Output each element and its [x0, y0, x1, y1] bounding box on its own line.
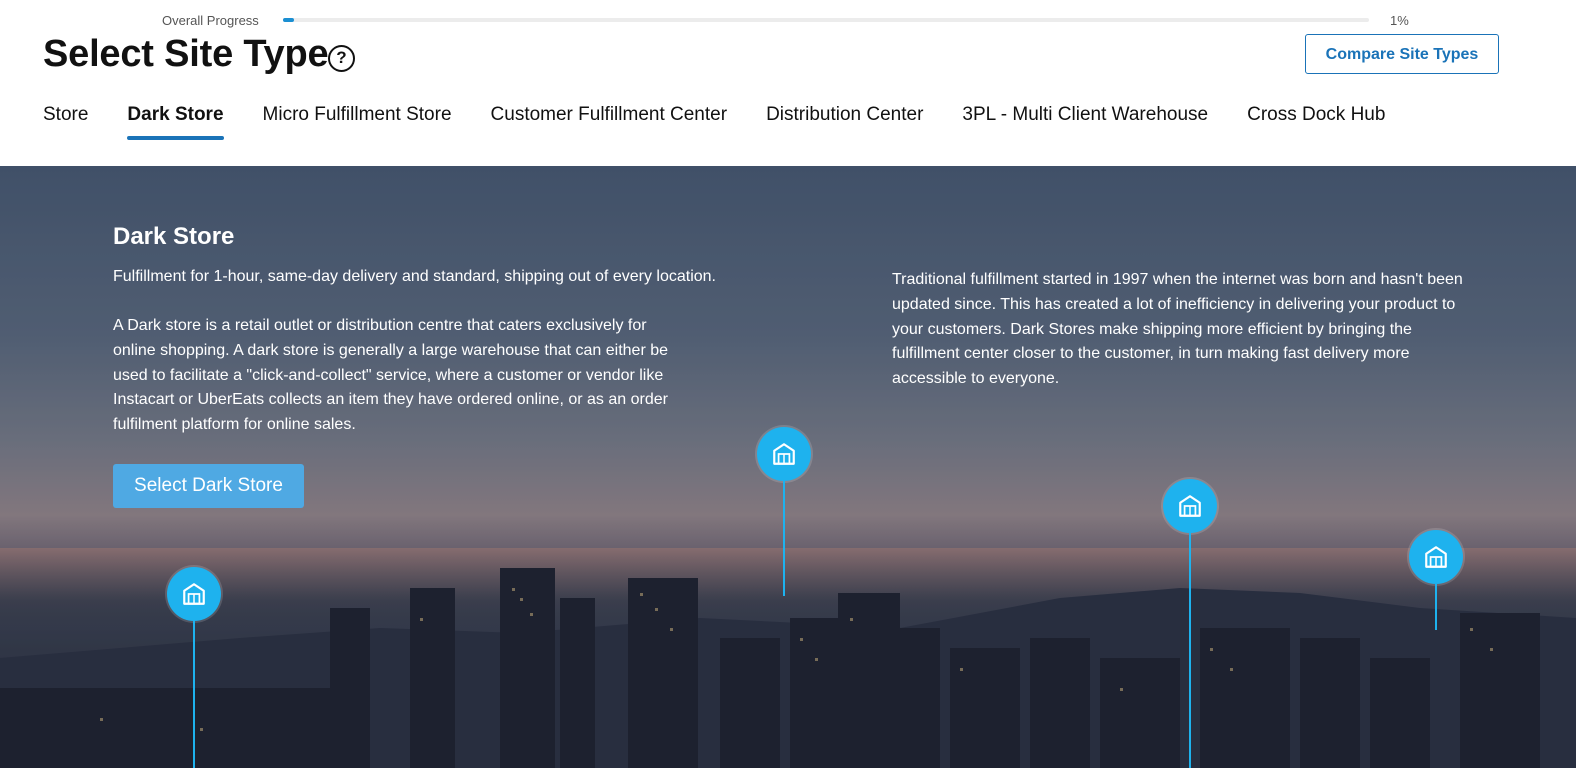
warehouse-icon — [1163, 479, 1217, 533]
progress-fill — [283, 18, 294, 22]
progress-track — [283, 18, 1369, 22]
tab-distribution-center[interactable]: Distribution Center — [766, 104, 923, 140]
site-type-tabs: Store Dark Store Micro Fulfillment Store… — [43, 104, 1385, 140]
pin-line — [1189, 533, 1191, 768]
site-type-description: A Dark store is a retail outlet or distr… — [113, 317, 669, 434]
page-title: Select Site Type — [43, 33, 329, 75]
question-circle-icon[interactable]: ? — [328, 45, 355, 72]
compare-site-types-button[interactable]: Compare Site Types — [1305, 34, 1499, 74]
warehouse-icon — [167, 567, 221, 621]
site-type-benefits-text: Traditional fulfillment started in 1997 … — [892, 271, 1463, 388]
site-type-tagline: Fulfillment for 1-hour, same-day deliver… — [113, 268, 716, 285]
select-dark-store-button[interactable]: Select Dark Store — [113, 464, 304, 508]
progress-bar-row: Overall Progress 1% — [0, 12, 1576, 30]
progress-label: Overall Progress — [162, 13, 259, 28]
tab-cross-dock-hub[interactable]: Cross Dock Hub — [1247, 104, 1385, 140]
site-type-title: Dark Store — [113, 223, 235, 250]
pin-line — [193, 621, 195, 768]
location-pin[interactable] — [757, 427, 811, 596]
hero-panel: Dark Store Fulfillment for 1-hour, same-… — [0, 166, 1576, 768]
location-pin[interactable] — [1409, 530, 1463, 630]
tab-3pl-multi-client-warehouse[interactable]: 3PL - Multi Client Warehouse — [962, 104, 1208, 140]
pin-line — [783, 481, 785, 596]
tab-dark-store[interactable]: Dark Store — [127, 104, 224, 140]
tab-customer-fulfillment-center[interactable]: Customer Fulfillment Center — [491, 104, 728, 140]
warehouse-icon — [757, 427, 811, 481]
tab-store[interactable]: Store — [43, 104, 88, 140]
tab-micro-fulfillment-store[interactable]: Micro Fulfillment Store — [263, 104, 452, 140]
location-pin[interactable] — [1163, 479, 1217, 768]
location-pin[interactable] — [167, 567, 221, 768]
warehouse-icon — [1409, 530, 1463, 584]
pin-line — [1435, 584, 1437, 630]
progress-percent: 1% — [1390, 13, 1409, 28]
